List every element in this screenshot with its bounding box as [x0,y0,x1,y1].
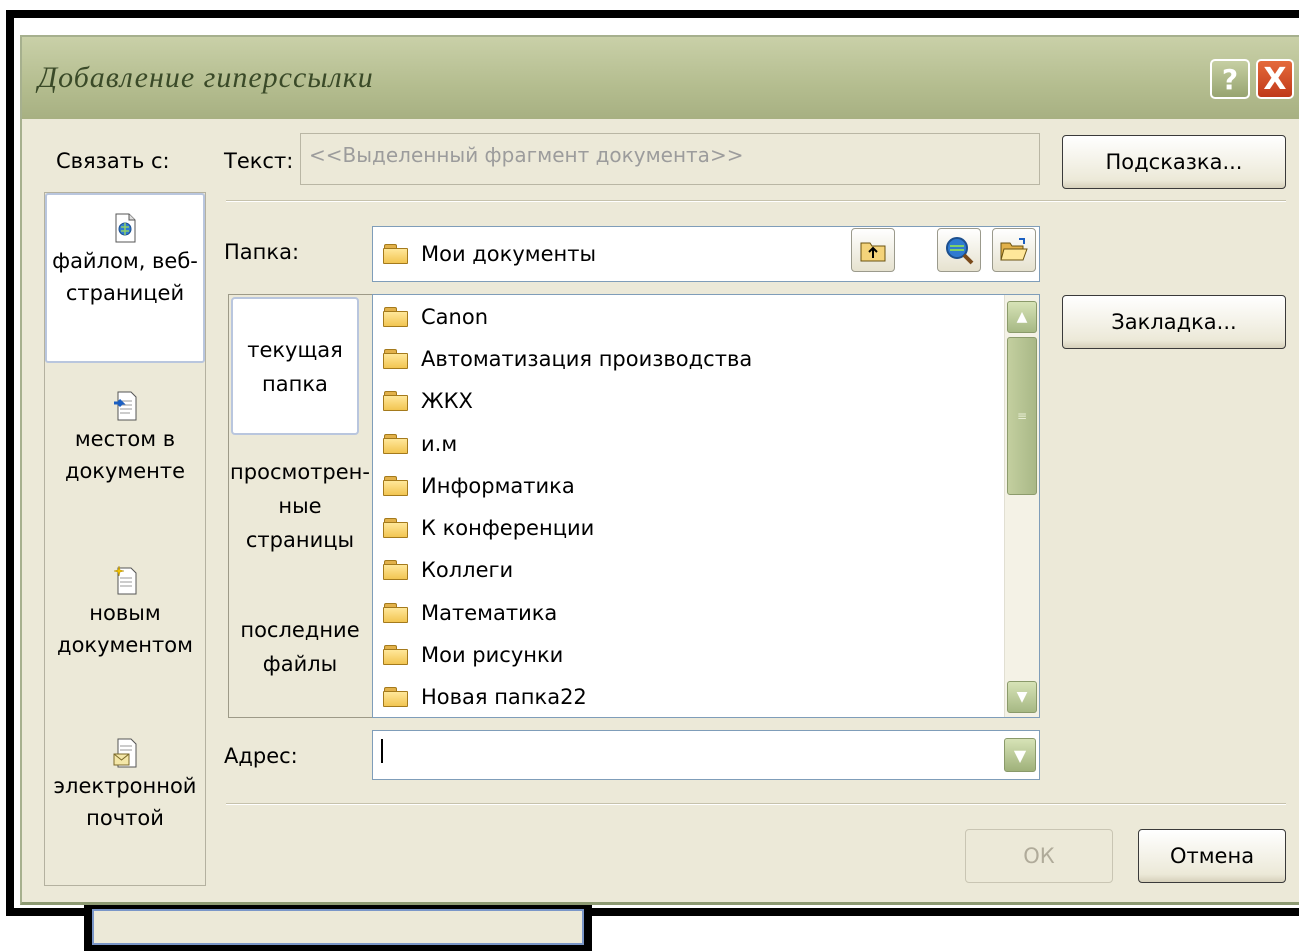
link-type-email[interactable]: электронной почтой [45,738,205,834]
list-item-label: Коллеги [421,558,514,582]
link-type-web-page[interactable]: файлом, веб- страницей [45,193,205,363]
place-current-folder-line2: папка [262,372,328,396]
folder-icon [383,476,409,496]
help-button[interactable]: ? [1210,59,1250,99]
link-type-new-document[interactable]: новым документом [45,565,205,661]
file-list-scrollbar[interactable]: ▲ ≡ ▼ [1004,295,1039,717]
cancel-button[interactable]: Отмена [1138,829,1286,883]
place-recent-files[interactable]: последние файлы [229,613,371,681]
new-document-icon [113,565,137,595]
email-icon [113,738,137,768]
bottom-separator [226,803,1286,805]
folder-icon [383,603,409,623]
list-item[interactable]: ЖКХ [383,383,473,419]
list-item-label: Математика [421,601,558,625]
folder-combobox-value: Мои документы [383,236,596,272]
scroll-up-button[interactable]: ▲ [1007,301,1037,333]
up-one-level-icon [860,242,886,262]
place-browsed-pages-line3: страницы [245,528,355,552]
link-type-email-line1: электронной [53,774,197,798]
folder-icon [383,349,409,369]
address-dropdown-arrow[interactable]: ▼ [1004,738,1036,772]
display-text-field[interactable]: <<Выделенный фрагмент документа>> [300,133,1040,185]
list-item-label: Информатика [421,474,575,498]
place-browsed-pages[interactable]: просмотрен- ные страницы [229,455,371,557]
place-current-folder-line1: текущая [247,338,343,362]
places-bar: текущая папка просмотрен- ные страницы п… [228,294,372,718]
link-type-place-line2: документе [64,459,186,483]
list-item[interactable]: Canon [383,299,488,335]
text-cursor [381,739,383,763]
background-window [84,905,592,951]
link-with-label: Связать с: [56,149,170,173]
title-bar[interactable]: Добавление гиперссылки ? X [22,37,1299,119]
list-item-label: и.м [421,432,458,456]
folder-icon [383,645,409,665]
list-item[interactable]: Информатика [383,468,575,504]
folder-icon [383,560,409,580]
scroll-down-button[interactable]: ▼ [1007,681,1037,713]
link-type-place-line1: местом в [74,427,176,451]
file-list[interactable]: Canon Автоматизация производства ЖКХ и.м… [372,294,1040,718]
close-button[interactable]: X [1256,59,1294,99]
list-item-label: Автоматизация производства [421,347,753,371]
link-type-place-in-document[interactable]: местом в документе [45,391,205,487]
place-browsed-pages-line1: просмотрен- [230,460,370,484]
folder-icon [383,687,409,707]
browse-web-button[interactable] [937,228,981,272]
browse-file-button[interactable] [992,228,1036,272]
ok-button[interactable]: ОК [965,829,1113,883]
insert-hyperlink-dialog: Добавление гиперссылки ? X Связать с: фа… [20,35,1299,905]
place-browsed-pages-line2: ные [278,494,322,518]
place-in-document-icon [114,391,137,421]
list-item[interactable]: Мои рисунки [383,637,563,673]
top-separator [226,200,1286,202]
place-recent-files-line1: последние [240,618,360,642]
scroll-thumb[interactable]: ≡ [1007,337,1037,495]
list-item-label: ЖКХ [421,389,473,413]
list-item[interactable]: Коллеги [383,552,513,588]
bookmark-button[interactable]: Закладка... [1062,295,1286,349]
folder-icon [383,434,409,454]
link-type-new-document-line2: документом [57,633,193,657]
screentip-button[interactable]: Подсказка... [1062,135,1286,189]
address-label: Адрес: [224,744,298,768]
folder-icon [383,244,409,264]
place-recent-files-line2: файлы [262,652,338,676]
link-type-web-page-line1: файлом, веб- [52,249,198,273]
link-type-email-line2: почтой [86,806,164,830]
list-item-label: Canon [421,305,488,329]
list-item[interactable]: Новая папка22 [383,679,587,715]
text-label: Текст: [224,149,294,173]
folder-icon [383,307,409,327]
list-item-label: Новая папка22 [421,685,587,709]
background-window-inner [92,909,584,945]
list-item[interactable]: Автоматизация производства [383,341,752,377]
list-item[interactable]: К конференции [383,510,594,546]
folder-icon [383,391,409,411]
address-combobox[interactable]: ▼ [372,730,1040,780]
folder-label: Папка: [224,240,300,264]
list-item[interactable]: и.м [383,426,457,462]
folder-icon [383,518,409,538]
dialog-title: Добавление гиперссылки [38,61,374,94]
link-type-web-page-line2: страницей [65,281,185,305]
list-item[interactable]: Математика [383,595,557,631]
browse-web-icon [946,237,974,265]
up-one-level-button[interactable] [851,228,895,272]
list-item-label: Мои рисунки [421,643,564,667]
folder-combobox-text: Мои документы [421,242,597,266]
browse-file-icon [1000,238,1028,261]
list-item-label: К конференции [421,516,595,540]
place-current-folder[interactable]: текущая папка [231,297,359,435]
link-type-panel: файлом, веб- страницей местом в документ… [44,192,206,886]
web-page-icon [115,213,136,243]
link-type-new-document-line1: новым [89,601,161,625]
